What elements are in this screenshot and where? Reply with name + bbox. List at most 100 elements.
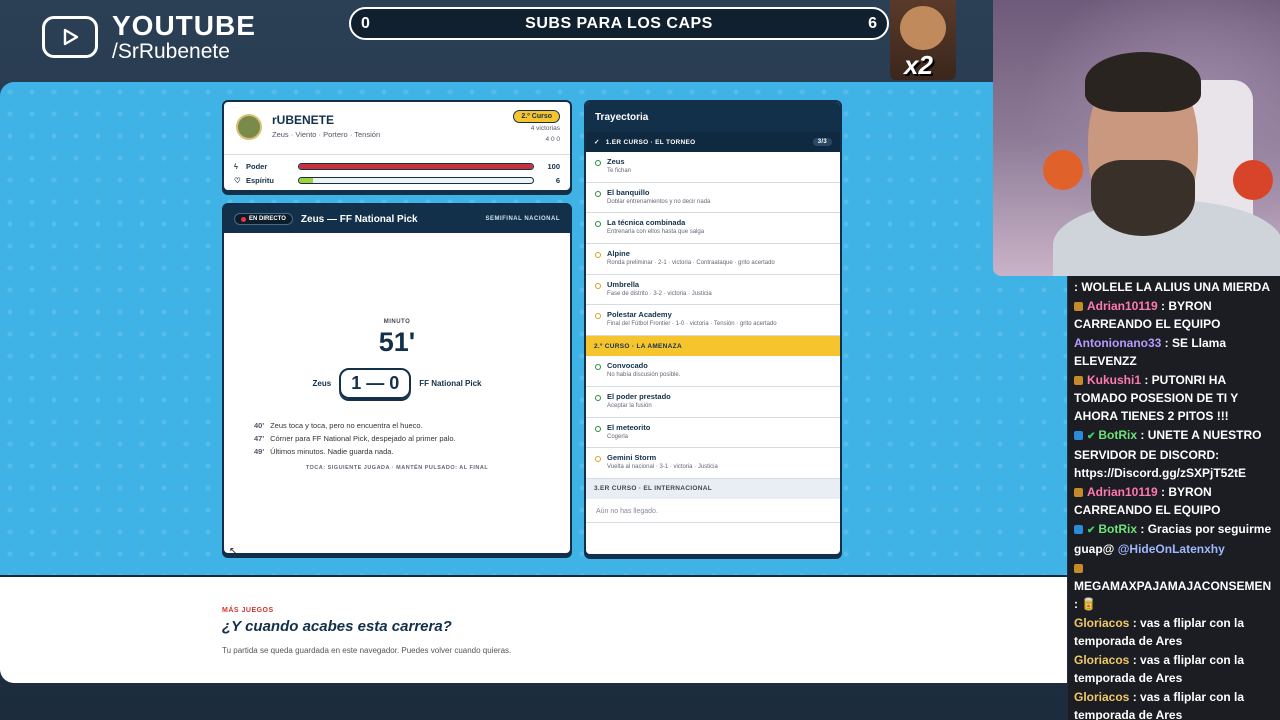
stat-row-poder: ϟ Poder 100 <box>234 159 560 173</box>
chat-username[interactable]: Adrian10119 <box>1087 299 1158 313</box>
item-sub: Fase de distrito · 3-2 · victoria · Just… <box>607 290 712 297</box>
event-minute: 47' <box>254 434 265 443</box>
bot-badge-icon <box>1074 431 1083 441</box>
lightning-icon: ϟ <box>234 161 238 171</box>
trayectoria-item[interactable]: El meteorito Cogerla <box>586 418 840 449</box>
stat-fill <box>299 177 314 183</box>
section-label: 2.º CURSO · LA AMENAZA <box>594 342 682 350</box>
live-label: EN DIRECTO <box>249 216 286 222</box>
chat-username[interactable]: Gloriacos <box>1074 616 1129 630</box>
chat-message: Gloriacos : vas a fliplar con la tempora… <box>1074 614 1276 650</box>
stat-label: Poder <box>246 161 268 171</box>
chat-username[interactable]: Gloriacos <box>1074 653 1129 667</box>
youtube-branding: YOUTUBE /SrRubenete <box>112 10 256 64</box>
event-item: 40' Zeus toca y toca, pero no encuentra … <box>254 421 456 434</box>
trayectoria-item[interactable]: La técnica combinada Entrenarla con ellos… <box>586 213 840 245</box>
item-title: El banquillo <box>607 187 650 197</box>
check-icon: ✓ <box>594 139 600 146</box>
trayectoria-item[interactable]: Convocado No había discusión posible. <box>586 356 840 387</box>
bullet-icon <box>595 364 601 371</box>
platform-name: YOUTUBE <box>112 10 256 41</box>
subs-goal-bar: 0 SUBS PARA LOS CAPS 6 <box>349 7 889 40</box>
section-header-3[interactable]: 3.ER CURSO · EL INTERNACIONAL <box>586 478 840 499</box>
chat-username[interactable]: BotRix <box>1098 522 1137 536</box>
chat-username[interactable]: MEGAMAXPAJAMAJACONSEMEN <box>1074 579 1271 593</box>
trayectoria-item[interactable]: Alpine Ronda preliminar · 2-1 · victoria … <box>586 244 840 275</box>
chat-username[interactable]: BotRix <box>1098 428 1137 442</box>
trayectoria-item[interactable]: Zeus Te fichan <box>586 152 840 183</box>
match-title: Zeus — FF National Pick <box>300 213 418 225</box>
game-page: rUBENETE Zeus · Viento · Portero · Tensi… <box>0 82 1067 683</box>
section-header-2[interactable]: 2.º CURSO · LA AMENAZA <box>586 336 840 357</box>
player-name: rUBENETE <box>272 113 335 127</box>
bullet-icon <box>595 221 601 228</box>
player-meta: Zeus · Viento · Portero · Tensión <box>272 130 381 139</box>
event-log: 40' Zeus toca y toca, pero no encuentra … <box>254 421 456 460</box>
verified-icon: ✔ <box>1087 431 1096 442</box>
empty-state: Aún no has llegado. <box>586 499 840 523</box>
trayectoria-item[interactable]: Gemini Storm Vuelta al nacional · 3-1 · v… <box>586 448 840 479</box>
stat-bars: ϟ Poder 100 ♡ Espíritu 6 <box>224 154 570 187</box>
chat-text: : 🥫 <box>1074 597 1097 611</box>
bullet-icon <box>595 456 601 463</box>
bot-badge-icon <box>1074 525 1083 535</box>
chat-message: Adrian10119 : BYRON CARREANDO EL EQUIPO <box>1074 483 1276 519</box>
player-avatar <box>236 114 262 140</box>
item-sub: Vuelta al nacional · 3-1 · victoria · Ju… <box>607 464 718 471</box>
trayectoria-item[interactable]: El banquillo Doblar entrenamientos y no d… <box>586 183 840 214</box>
bullet-icon <box>595 425 601 432</box>
sub-badge-icon <box>1074 376 1083 386</box>
sub-badge-icon <box>1074 488 1083 498</box>
chat-username[interactable]: Kukushi1 <box>1087 373 1141 387</box>
item-title: Zeus <box>607 157 625 166</box>
item-sub: Final del Fútbol Frontier · 1-0 · victor… <box>607 321 777 328</box>
event-minute: 49' <box>254 447 265 456</box>
chat-message: Kukushi1 : PUTONRI HA TOMADO POSESION DE… <box>1074 371 1276 425</box>
minute-value: 51' <box>378 327 416 357</box>
stat-value: 100 <box>547 161 560 171</box>
stat-value: 6 <box>555 175 560 185</box>
item-title: Gemini Storm <box>607 453 657 463</box>
trayectoria-item[interactable]: Polestar Academy Final del Fútbol Frontie… <box>586 305 840 337</box>
meme-sticker: x2 <box>890 0 956 80</box>
bullet-icon <box>595 190 601 197</box>
webcam-feed <box>993 0 1280 276</box>
chat-mention[interactable]: @HideOnLatenxhy <box>1118 542 1225 556</box>
item-title: La técnica combinada <box>607 218 686 228</box>
more-text: Tu partida se queda guardada en este nav… <box>222 646 512 655</box>
home-team: Zeus <box>312 379 332 388</box>
match-card[interactable]: EN DIRECTO Zeus — FF National Pick SEMIF… <box>222 203 572 555</box>
cam-beard <box>1091 160 1195 236</box>
item-sub: Aceptar la fusión <box>607 402 652 409</box>
live-dot-icon <box>241 216 246 222</box>
section-header-1[interactable]: ✓ 1.ER CURSO · EL TORNEO 3/3 <box>586 132 840 152</box>
chat-message: ✔ BotRix : UNETE A NUESTRO SERVIDOR DE DI… <box>1074 426 1276 482</box>
bullet-icon <box>595 160 601 166</box>
event-item: 47' Córner para FF National Pick, despej… <box>254 434 456 447</box>
cam-flower <box>1233 160 1273 200</box>
chat-username[interactable]: Adrian10119 <box>1087 485 1158 499</box>
away-team: FF National Pick <box>419 379 482 388</box>
minute-label: MINUTO <box>383 319 411 325</box>
item-title: El meteorito <box>607 422 651 432</box>
scoreboard: Zeus 1 — 0 FF National Pick <box>224 368 570 399</box>
item-sub: Doblar entrenamientos y no decir nada <box>607 198 711 205</box>
event-text: Zeus toca y toca, pero no encuentra el h… <box>270 421 423 430</box>
cam-hair <box>1085 52 1201 112</box>
trayectoria-panel: Trayectoria ✓ 1.ER CURSO · EL TORNEO 3/3… <box>584 100 842 556</box>
chat-message: : WOLELE LA ALIUS UNA MIERDA <box>1074 278 1276 296</box>
subs-target: 6 <box>868 14 877 32</box>
match-header: EN DIRECTO Zeus — FF National Pick SEMIF… <box>224 205 570 233</box>
live-badge: EN DIRECTO <box>234 213 293 225</box>
trayectoria-item[interactable]: El poder prestado Aceptar la fusión <box>586 387 840 418</box>
chat-username[interactable]: Antonionano33 <box>1074 336 1161 350</box>
stat-row-espiritu: ♡ Espíritu 6 <box>234 173 560 187</box>
stat-fill <box>299 163 533 169</box>
chat-username[interactable]: Gloriacos <box>1074 690 1129 704</box>
trayectoria-item[interactable]: Umbrella Fase de distrito · 3-2 · victori… <box>586 275 840 306</box>
item-title: El poder prestado <box>607 391 671 401</box>
item-sub: Ronda preliminar · 2-1 · victoria · Cont… <box>607 260 775 267</box>
chat-message: Adrian10119 : BYRON CARREANDO EL EQUIPO <box>1074 297 1276 333</box>
live-chat: : WOLELE LA ALIUS UNA MIERDA Adrian10119 … <box>1068 276 1280 720</box>
multiplier-label: x2 <box>904 50 933 80</box>
